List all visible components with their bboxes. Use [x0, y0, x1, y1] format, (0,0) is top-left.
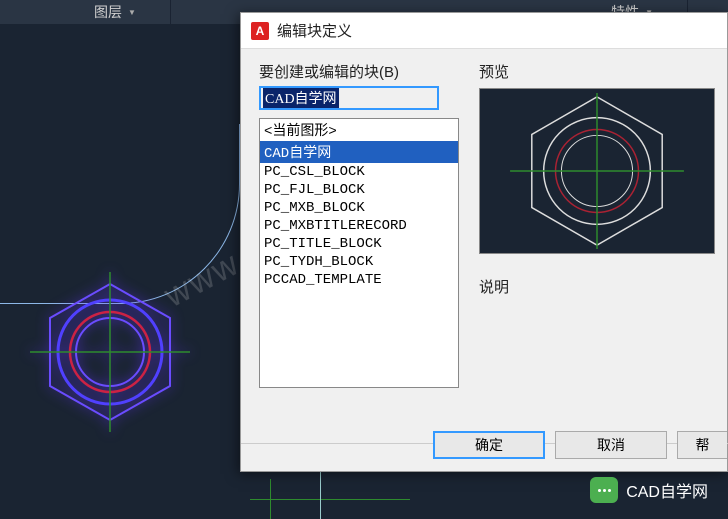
edit-block-dialog: A 编辑块定义 要创建或编辑的块(B) CAD自学网 <当前图形>CAD自学网P…	[240, 12, 728, 472]
description-label: 说明	[479, 276, 728, 297]
list-item[interactable]: PC_TYDH_BLOCK	[260, 253, 458, 271]
list-item[interactable]: CAD自学网	[260, 141, 458, 163]
list-item[interactable]: PCCAD_TEMPLATE	[260, 271, 458, 289]
block-listbox[interactable]: <当前图形>CAD自学网PC_CSL_BLOCKPC_FJL_BLOCKPC_M…	[259, 118, 459, 388]
help-button[interactable]: 帮	[677, 431, 727, 459]
wechat-icon	[590, 477, 618, 503]
chevron-down-icon: ▼	[128, 8, 136, 17]
list-item[interactable]: PC_CSL_BLOCK	[260, 163, 458, 181]
block-name-value: CAD自学网	[263, 88, 339, 108]
cancel-button[interactable]: 取消	[555, 431, 667, 459]
preview-label: 预览	[479, 61, 728, 82]
toolbar-layers-label: 图层	[94, 2, 122, 22]
list-item[interactable]: PC_FJL_BLOCK	[260, 181, 458, 199]
list-item[interactable]: PC_MXBTITLERECORD	[260, 217, 458, 235]
brand-watermark: CAD自学网	[590, 477, 708, 503]
brand-text: CAD自学网	[626, 478, 708, 502]
dialog-title: 编辑块定义	[277, 20, 352, 41]
dialog-titlebar[interactable]: A 编辑块定义	[241, 13, 727, 49]
list-item[interactable]: PC_TITLE_BLOCK	[260, 235, 458, 253]
hex-nut-block	[30, 272, 190, 432]
list-item[interactable]: PC_MXB_BLOCK	[260, 199, 458, 217]
autocad-icon: A	[251, 22, 269, 40]
block-preview	[479, 88, 715, 254]
ok-button[interactable]: 确定	[433, 431, 545, 459]
toolbar-layers[interactable]: 图层 ▼	[60, 0, 171, 24]
block-name-input[interactable]: CAD自学网	[259, 86, 439, 110]
list-item[interactable]: <当前图形>	[260, 119, 458, 141]
